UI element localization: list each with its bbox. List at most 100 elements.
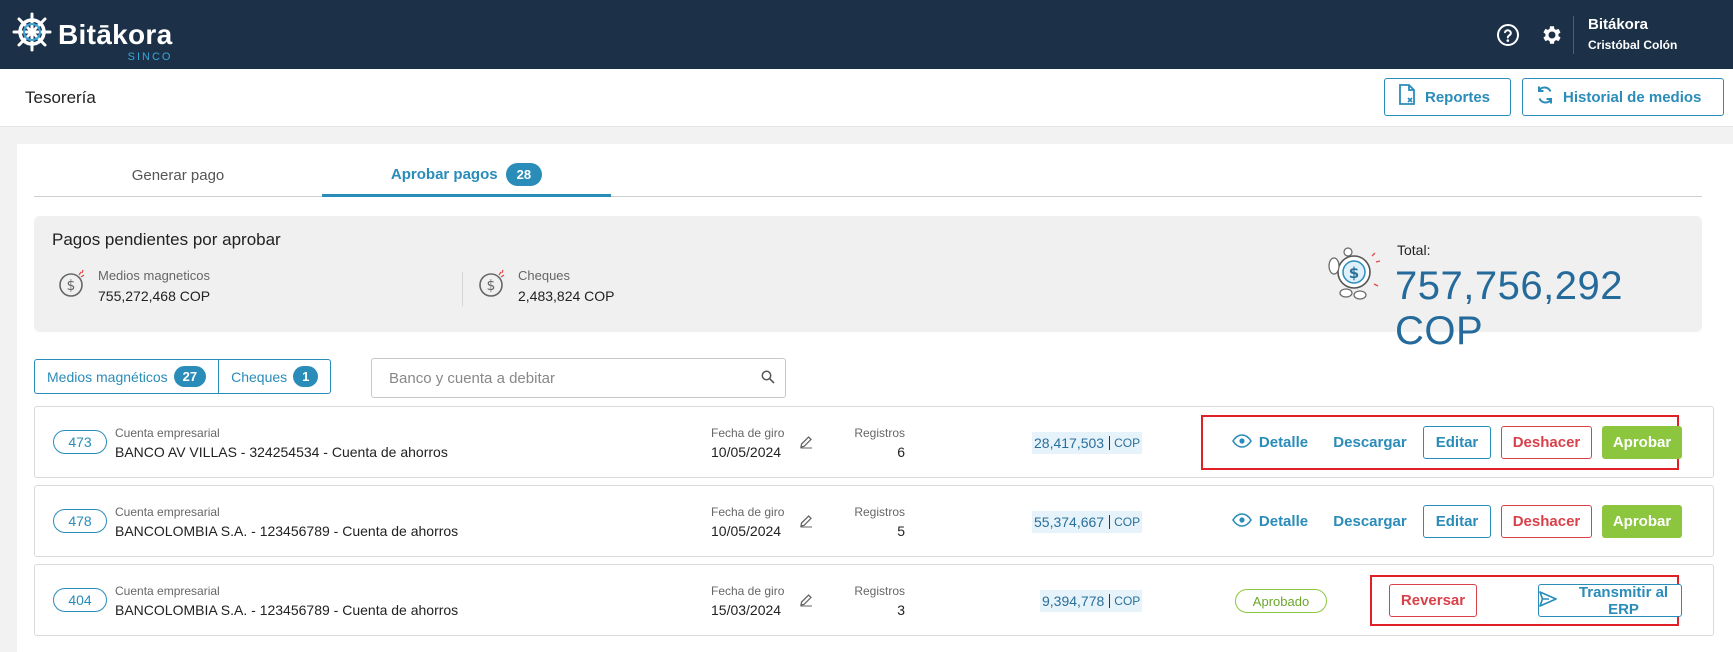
pending-summary: Pagos pendientes por aprobar $ Medios ma… (34, 216, 1702, 353)
user-name: Cristóbal Colón (1588, 38, 1678, 52)
search-box (371, 358, 786, 398)
transmit-erp-button[interactable]: Transmitir al ERP (1538, 583, 1682, 618)
cheques-label: Cheques (518, 268, 571, 283)
tab-aprobar-pagos[interactable]: Aprobar pagos 28 (322, 154, 611, 197)
amount-value: 28,417,503 (1034, 435, 1105, 451)
filter-cheques[interactable]: Cheques 1 (218, 360, 330, 393)
amount-badge: 55,374,667 COP (1032, 511, 1143, 533)
records-value: 3 (897, 602, 905, 618)
total-value: 757,756,292 COP (1395, 264, 1623, 353)
ship-wheel-icon (12, 12, 52, 57)
eye-icon (1231, 512, 1252, 531)
history-button[interactable]: Historial de medios (1522, 78, 1724, 116)
tab-label: Aprobar pagos (390, 165, 498, 183)
medios-label: Medios magneticos (98, 268, 210, 283)
page-title: Tesorería (25, 88, 96, 107)
summary-title: Pagos pendientes por aprobar (52, 230, 281, 249)
row-id-badge: 404 (53, 588, 107, 612)
pencil-icon[interactable] (799, 435, 813, 454)
money-icon: $ (56, 268, 88, 305)
brand-sub: SINCO (127, 50, 173, 63)
payment-type-filter: Medios magnéticos 27 Cheques 1 (34, 359, 332, 394)
payment-row: 404 Cuenta empresarial BANCOLOMBIA S.A. … (34, 564, 1714, 636)
edit-button[interactable]: Editar (1423, 505, 1491, 538)
records-label: Registros (854, 505, 905, 519)
reports-label: Reportes (1425, 88, 1491, 106)
gear-icon[interactable] (1539, 22, 1565, 48)
history-label: Historial de medios (1563, 88, 1702, 106)
date-label: Fecha de giro (711, 505, 785, 519)
detail-button[interactable]: Detalle (1225, 426, 1315, 459)
amount-badge: 9,394,778 COP (1040, 590, 1143, 612)
account-value: BANCO AV VILLAS - 324254534 - Cuenta de … (115, 444, 448, 460)
date-value: 15/03/2024 (711, 602, 782, 618)
amount-value: 55,374,667 (1034, 514, 1105, 530)
report-file-icon (1397, 84, 1417, 110)
transmit-label: Transmitir al ERP (1578, 583, 1669, 618)
pencil-icon[interactable] (799, 593, 813, 612)
logo[interactable]: Bitākora SINCO (12, 12, 173, 63)
tab-generar-pago[interactable]: Generar pago (34, 154, 322, 197)
undo-button[interactable]: Deshacer (1501, 426, 1592, 459)
svg-text:$: $ (1349, 264, 1359, 282)
detail-button[interactable]: Detalle (1225, 505, 1315, 538)
download-button[interactable]: Descargar (1327, 505, 1413, 538)
summary-medios: $ Medios magneticos 755,272,468 COP (56, 268, 210, 305)
brand-name: Bitākora (58, 18, 173, 50)
account-value: BANCOLOMBIA S.A. - 123456789 - Cuenta de… (115, 602, 459, 618)
currency-label: COP (1109, 594, 1140, 608)
payment-row: 473 Cuenta empresarial BANCO AV VILLAS -… (34, 406, 1714, 478)
user-menu[interactable]: Bitákora Cristóbal Colón (1588, 16, 1677, 52)
tab-count-badge: 28 (505, 162, 543, 186)
total-label: Total: (1397, 242, 1431, 258)
account-label: Cuenta empresarial (115, 505, 220, 519)
date-value: 10/05/2024 (711, 523, 782, 539)
undo-button[interactable]: Deshacer (1501, 505, 1592, 538)
amount-badge: 28,417,503 COP (1032, 432, 1143, 454)
top-navbar: Bitākora SINCO Bitákora Cristóbal Colón (0, 0, 1733, 69)
account-value: BANCOLOMBIA S.A. - 123456789 - Cuenta de… (115, 523, 459, 539)
summary-divider (462, 272, 463, 306)
payment-row: 478 Cuenta empresarial BANCOLOMBIA S.A. … (34, 485, 1714, 557)
approve-button[interactable]: Aprobar (1602, 505, 1682, 538)
summary-cheques: $ Cheques 2,483,824 COP (476, 268, 615, 305)
search-icon[interactable] (761, 370, 775, 389)
currency-label: COP (1109, 515, 1140, 529)
eye-icon (1231, 433, 1252, 452)
status-badge: Aprobado (1235, 589, 1327, 613)
row-id-badge: 478 (53, 509, 107, 533)
user-company: Bitákora (1588, 16, 1649, 33)
records-value: 6 (897, 444, 905, 460)
date-value: 10/05/2024 (711, 444, 782, 460)
svg-text:$: $ (487, 278, 496, 294)
reports-button[interactable]: Reportes (1384, 78, 1511, 116)
search-input[interactable] (373, 360, 743, 396)
records-label: Registros (854, 584, 905, 598)
download-button[interactable]: Descargar (1327, 426, 1413, 459)
cheques-value: 2,483,824 COP (518, 288, 615, 304)
filter-label: Cheques (231, 368, 288, 385)
filter-count-badge: 1 (293, 366, 319, 387)
refresh-icon (1535, 85, 1555, 109)
detail-label: Detalle (1258, 434, 1309, 451)
account-label: Cuenta empresarial (115, 426, 220, 440)
navbar-divider (1573, 16, 1574, 54)
page-header: Tesorería Reportes Historial de medios (0, 69, 1733, 127)
amount-value: 9,394,778 (1042, 593, 1105, 609)
edit-button[interactable]: Editar (1423, 426, 1491, 459)
help-circle-icon[interactable] (1495, 22, 1521, 48)
tabs: Generar pago Aprobar pagos 28 (34, 154, 1702, 197)
approve-button[interactable]: Aprobar (1602, 426, 1682, 459)
filter-label: Medios magnéticos (47, 368, 168, 385)
records-label: Registros (854, 426, 905, 440)
records-value: 5 (897, 523, 905, 539)
money-icon: $ (476, 268, 508, 305)
row-id-badge: 473 (53, 430, 107, 454)
medios-value: 755,272,468 COP (98, 288, 211, 304)
detail-label: Detalle (1258, 513, 1309, 530)
filter-medios-magneticos[interactable]: Medios magnéticos 27 (35, 360, 218, 393)
reverse-button[interactable]: Reversar (1389, 584, 1477, 617)
pencil-icon[interactable] (799, 514, 813, 533)
tab-label: Generar pago (131, 167, 225, 184)
main-card: Generar pago Aprobar pagos 28 Pagos pend… (17, 144, 1733, 652)
